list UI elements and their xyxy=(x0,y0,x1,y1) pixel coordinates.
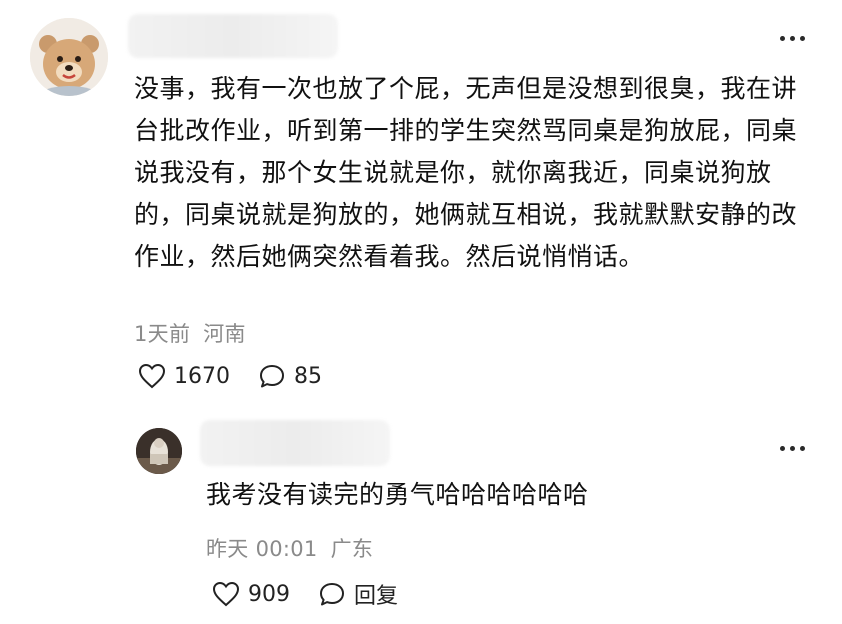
reply-button-label: 回复 xyxy=(354,584,399,609)
reply-count: 85 xyxy=(294,363,322,389)
comment-thread: 没事，我有一次也放了个屁，无声但是没想到很臭，我在讲台批改作业，听到第一排的学生… xyxy=(0,0,842,624)
replier-avatar[interactable] xyxy=(136,428,182,474)
user-avatar-icon xyxy=(136,428,182,474)
bear-mascot-avatar-icon xyxy=(30,18,108,96)
reply-time: 昨天 00:01 xyxy=(206,537,318,561)
comment-body: 没事，我有一次也放了个屁，无声但是没想到很臭，我在讲台批改作业，听到第一排的学生… xyxy=(134,74,798,271)
reply-button[interactable]: 回复 xyxy=(318,578,398,610)
reply-actions: 909 回复 xyxy=(212,578,398,610)
like-count: 1670 xyxy=(174,363,230,389)
more-dots-icon[interactable] xyxy=(780,446,805,451)
more-dots-icon[interactable] xyxy=(780,36,805,41)
comment-location: 河南 xyxy=(203,322,246,346)
comment-bubble-icon xyxy=(320,583,344,606)
reply-body: 我考没有读完的勇气哈哈哈哈哈哈 xyxy=(206,480,589,509)
comment-time: 1天前 xyxy=(134,322,191,346)
reply-location: 广东 xyxy=(330,537,374,561)
reply-count-button[interactable]: 85 xyxy=(258,363,322,389)
reply-like-button[interactable]: 909 xyxy=(212,581,290,607)
comment-actions: 1670 85 xyxy=(138,363,322,389)
commenter-avatar[interactable] xyxy=(30,18,108,96)
reply-like-count: 909 xyxy=(248,581,290,607)
like-button[interactable]: 1670 xyxy=(138,363,230,389)
comment-meta: 1天前 河南 xyxy=(134,318,246,348)
comment-bubble-icon xyxy=(260,365,284,388)
heart-icon xyxy=(138,363,166,389)
heart-icon xyxy=(212,581,240,607)
replier-name-blurred[interactable] xyxy=(200,420,390,466)
reply-meta: 昨天 00:01 广东 xyxy=(206,533,373,563)
commenter-name-blurred[interactable] xyxy=(128,14,338,58)
